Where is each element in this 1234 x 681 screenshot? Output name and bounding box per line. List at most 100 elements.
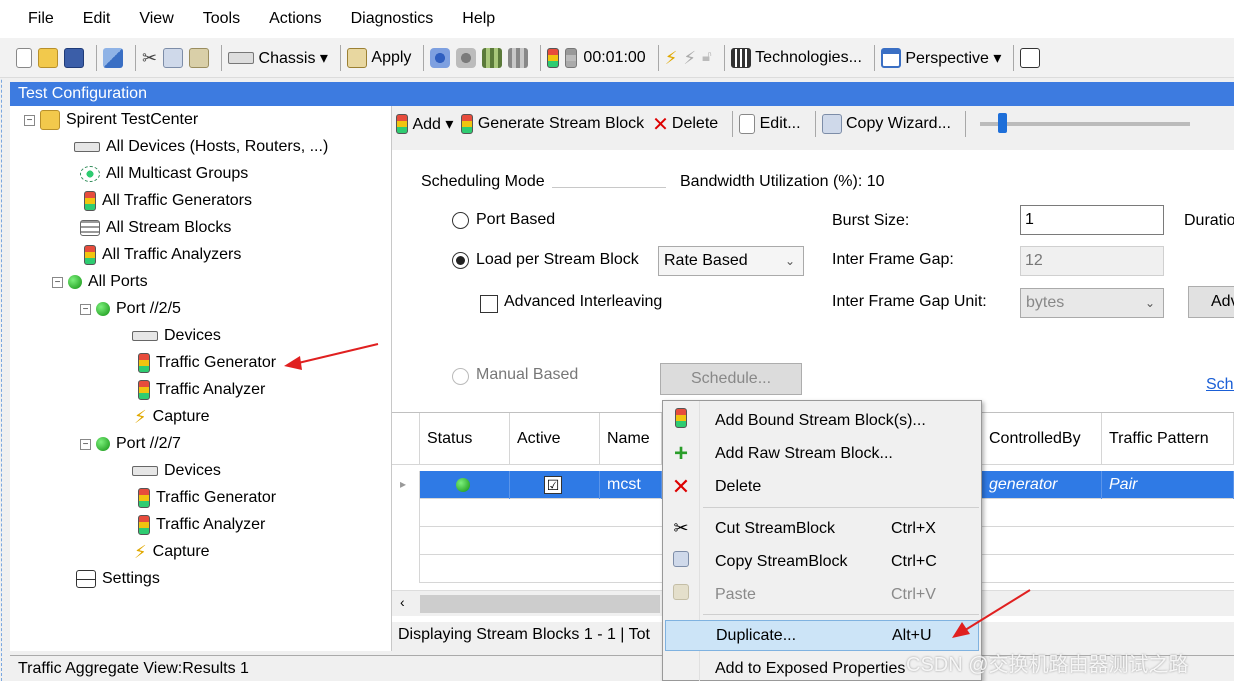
menu-item-add-raw-stream-block[interactable]: + Add Raw Stream Block... bbox=[665, 438, 979, 469]
menu-edit[interactable]: Edit bbox=[83, 10, 111, 28]
lock-button[interactable]: 🔓︎ bbox=[702, 44, 712, 72]
tree-item-label: Settings bbox=[102, 570, 160, 587]
cut-button[interactable]: ✂ bbox=[142, 44, 157, 72]
menu-view[interactable]: View bbox=[139, 10, 173, 28]
tree-item-port-2-7[interactable]: − Port //2/7 bbox=[80, 433, 181, 455]
tree-item-port-2-7-devices[interactable]: Devices bbox=[132, 460, 221, 482]
tree-item-port-2-5[interactable]: − Port //2/5 bbox=[80, 298, 181, 320]
column-header-name[interactable]: Name bbox=[600, 413, 662, 465]
copy-wizard-button[interactable]: Copy Wizard... bbox=[821, 110, 951, 138]
annotation-arrow-duplicate bbox=[952, 589, 1031, 638]
menu-actions[interactable]: Actions bbox=[269, 10, 321, 28]
tree-item-port-2-7-traffic-analyzer[interactable]: Traffic Analyzer bbox=[138, 514, 265, 536]
tree-item-port-2-5-traffic-generator[interactable]: Traffic Generator bbox=[138, 352, 276, 374]
column-header-traffic-pattern[interactable]: Traffic Pattern bbox=[1102, 413, 1234, 465]
tree-item-port-2-7-traffic-generator[interactable]: Traffic Generator bbox=[138, 487, 276, 509]
zoom-slider[interactable] bbox=[979, 113, 1190, 133]
active-cell[interactable]: ☑ bbox=[510, 471, 600, 499]
menu-file[interactable]: File bbox=[28, 10, 54, 28]
copy-button[interactable] bbox=[163, 44, 184, 72]
tree-item-label: All Ports bbox=[88, 273, 148, 290]
technologies-button[interactable]: Technologies... bbox=[730, 44, 862, 72]
tree-item-port-2-5-devices[interactable]: Devices bbox=[132, 325, 221, 347]
tree-root[interactable]: − Spirent TestCenter bbox=[24, 109, 198, 131]
inter-frame-gap-input[interactable]: 12 bbox=[1020, 246, 1164, 276]
stop-capture-button[interactable] bbox=[508, 44, 529, 72]
tree-item-all-ports[interactable]: − All Ports bbox=[52, 271, 148, 293]
chassis-dropdown[interactable]: Chassis ▾ bbox=[228, 44, 328, 72]
apply-button[interactable]: Apply bbox=[346, 44, 411, 72]
tree-item-port-2-7-capture[interactable]: ⚡ Capture bbox=[134, 541, 210, 563]
wizard-button[interactable]: ⚡ bbox=[665, 44, 678, 72]
stop-devices-button[interactable] bbox=[456, 44, 477, 72]
tree-item-all-stream-blocks[interactable]: All Stream Blocks bbox=[80, 217, 231, 239]
panel-button[interactable] bbox=[1020, 44, 1041, 72]
column-header-status[interactable]: Status bbox=[420, 413, 510, 465]
menu-item-delete[interactable]: ✕ Delete bbox=[665, 471, 979, 502]
inter-frame-gap-unit-select[interactable]: bytes ⌄ bbox=[1020, 288, 1164, 318]
menu-bar: File Edit View Tools Actions Diagnostics… bbox=[0, 0, 1234, 38]
load-per-stream-radio[interactable] bbox=[452, 252, 469, 269]
toolbar-separator bbox=[423, 44, 425, 71]
panel-icon bbox=[1020, 47, 1041, 68]
collapse-icon[interactable]: − bbox=[80, 438, 91, 450]
tree-item-settings[interactable]: Settings bbox=[76, 568, 160, 590]
new-button[interactable] bbox=[16, 44, 32, 72]
scissors-icon: ✂ bbox=[142, 47, 158, 68]
apply-icon bbox=[346, 47, 367, 68]
collapse-icon[interactable]: − bbox=[52, 276, 63, 288]
slider-thumb[interactable] bbox=[997, 113, 1007, 133]
menu-item-cut-streamblock[interactable]: ✂ Cut StreamBlock Ctrl+X bbox=[665, 513, 979, 544]
active-checkbox[interactable]: ☑ bbox=[544, 476, 562, 494]
traffic-light-disabled-icon bbox=[565, 47, 578, 68]
port-based-radio[interactable] bbox=[452, 212, 469, 229]
menu-item-add-bound-stream-block[interactable]: Add Bound Stream Block(s)... bbox=[665, 405, 979, 436]
tree-item-port-2-5-capture[interactable]: ⚡ Capture bbox=[134, 406, 210, 428]
paste-button[interactable] bbox=[189, 44, 210, 72]
menu-item-paste[interactable]: Paste Ctrl+V bbox=[665, 579, 979, 610]
chevron-down-icon: ⌄ bbox=[784, 254, 795, 268]
tree-item-all-traffic-generators[interactable]: All Traffic Generators bbox=[84, 190, 252, 212]
tree-item-port-2-5-traffic-analyzer[interactable]: Traffic Analyzer bbox=[138, 379, 265, 401]
add-dropdown-button[interactable]: Add ▾ bbox=[396, 110, 453, 138]
start-devices-button[interactable] bbox=[430, 44, 451, 72]
menu-tools[interactable]: Tools bbox=[203, 10, 240, 28]
menu-item-label: Delete bbox=[715, 477, 762, 495]
menu-item-copy-streamblock[interactable]: Copy StreamBlock Ctrl+C bbox=[665, 546, 979, 577]
tree-item-all-devices[interactable]: All Devices (Hosts, Routers, ...) bbox=[74, 136, 328, 158]
toolbar-separator bbox=[1013, 44, 1015, 71]
menu-help[interactable]: Help bbox=[462, 10, 495, 28]
collapse-icon[interactable]: − bbox=[80, 303, 91, 315]
tree-item-all-multicast[interactable]: All Multicast Groups bbox=[80, 163, 248, 185]
column-header-controlled-by[interactable]: ControlledBy bbox=[982, 413, 1102, 465]
scrollbar-thumb[interactable] bbox=[420, 595, 660, 613]
layout-button[interactable] bbox=[103, 44, 123, 72]
menu-diagnostics[interactable]: Diagnostics bbox=[351, 10, 434, 28]
burst-size-input[interactable]: 1 bbox=[1020, 205, 1164, 235]
open-button[interactable] bbox=[38, 44, 58, 72]
menu-item-label: Duplicate... bbox=[716, 626, 797, 644]
edit-button[interactable]: Edit... bbox=[739, 110, 801, 138]
generate-stream-block-button[interactable]: Generate Stream Block bbox=[461, 110, 644, 138]
menu-item-duplicate[interactable]: Duplicate... Alt+U bbox=[665, 620, 979, 651]
perspective-dropdown[interactable]: Perspective ▾ bbox=[880, 44, 1001, 72]
manual-based-radio[interactable] bbox=[452, 368, 469, 385]
scroll-left-icon[interactable]: ‹ bbox=[400, 594, 405, 610]
collapse-icon[interactable]: − bbox=[24, 114, 35, 126]
delete-button[interactable]: ✕ Delete bbox=[652, 110, 718, 138]
advanced-button[interactable]: Adv bbox=[1188, 286, 1234, 318]
column-header-active[interactable]: Active bbox=[510, 413, 600, 465]
schedule-link[interactable]: Sche bbox=[1206, 376, 1234, 394]
advanced-interleaving-checkbox[interactable] bbox=[480, 295, 498, 313]
device-icon bbox=[132, 466, 158, 476]
stop-traffic-button[interactable] bbox=[565, 44, 578, 72]
name-cell[interactable]: mcst bbox=[600, 471, 662, 499]
wizard-disabled-button[interactable]: ⚡ bbox=[683, 44, 696, 72]
schedule-button[interactable]: Schedule... bbox=[660, 363, 802, 395]
inter-frame-gap-unit-label: Inter Frame Gap Unit: bbox=[832, 293, 987, 310]
rate-mode-select[interactable]: Rate Based ⌄ bbox=[658, 246, 804, 276]
start-capture-button[interactable] bbox=[482, 44, 503, 72]
start-traffic-button[interactable] bbox=[547, 44, 560, 72]
save-button[interactable] bbox=[64, 44, 84, 72]
tree-item-all-traffic-analyzers[interactable]: All Traffic Analyzers bbox=[84, 244, 241, 266]
